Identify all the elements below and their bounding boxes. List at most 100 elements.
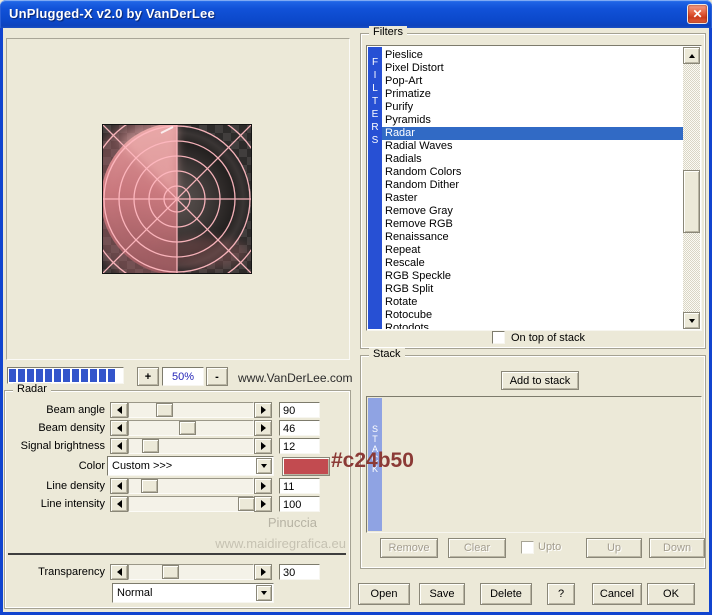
filter-list-item[interactable]: RGB Speckle (382, 270, 683, 283)
dropdown-arrow-button[interactable] (256, 585, 272, 601)
color-mode-value: Custom >>> (112, 460, 172, 472)
filters-vertical-bar: FILTERS (368, 47, 382, 329)
stack-listbox[interactable]: STACK (366, 396, 702, 533)
filters-bar-letter: T (368, 95, 382, 108)
beam-density-value-field[interactable] (279, 420, 320, 436)
slider-track[interactable] (128, 564, 254, 580)
slider-left-arrow[interactable] (110, 438, 128, 454)
color-mode-dropdown[interactable]: Custom >>> (107, 456, 274, 476)
filter-list-item[interactable]: Rotocube (382, 309, 683, 322)
slider-track[interactable] (128, 438, 254, 454)
transparency-value-field[interactable] (279, 564, 320, 580)
filter-list-item[interactable]: Radials (382, 153, 683, 166)
filter-list-item[interactable]: Rotate (382, 296, 683, 309)
line-density-value-field[interactable] (279, 478, 320, 494)
blend-mode-dropdown[interactable]: Normal (112, 583, 274, 603)
slider-thumb[interactable] (238, 497, 255, 511)
slider-left-arrow[interactable] (110, 564, 128, 580)
slider-right-arrow[interactable] (254, 478, 272, 494)
color-swatch[interactable] (282, 457, 330, 476)
clear-button[interactable]: Clear (448, 538, 506, 558)
filter-list-item[interactable]: Renaissance (382, 231, 683, 244)
slider-track[interactable] (128, 402, 254, 418)
slider-right-arrow[interactable] (254, 438, 272, 454)
filter-list-item[interactable]: Random Dither (382, 179, 683, 192)
slider-left-arrow[interactable] (110, 402, 128, 418)
line-intensity-row: Line intensity (0, 496, 352, 512)
filter-list-item[interactable]: Remove RGB (382, 218, 683, 231)
beam-angle-value-field[interactable] (279, 402, 320, 418)
filters-scrollbar[interactable] (683, 47, 700, 329)
up-button[interactable]: Up (586, 538, 642, 558)
filter-list-item[interactable]: Pop-Art (382, 75, 683, 88)
filter-list-item[interactable]: Remove Gray (382, 205, 683, 218)
slider-right-arrow[interactable] (254, 564, 272, 580)
upto-checkbox[interactable] (521, 541, 534, 554)
filter-list-item[interactable]: RGB Split (382, 283, 683, 296)
zoom-level-display[interactable]: 50% (162, 367, 204, 386)
watermark-name: Pinuccia (217, 515, 317, 530)
delete-button[interactable]: Delete (480, 583, 532, 605)
filter-list-item[interactable]: Primatize (382, 88, 683, 101)
on-top-of-stack-checkbox[interactable] (492, 331, 505, 344)
save-button[interactable]: Save (419, 583, 465, 605)
down-button[interactable]: Down (649, 538, 705, 558)
slider-right-arrow[interactable] (254, 496, 272, 512)
slider-thumb[interactable] (142, 439, 159, 453)
slider-track[interactable] (128, 496, 254, 512)
beam-angle-slider[interactable] (110, 402, 272, 418)
ok-button[interactable]: OK (647, 583, 695, 605)
remove-button[interactable]: Remove (380, 538, 438, 558)
open-button[interactable]: Open (358, 583, 410, 605)
slider-left-arrow[interactable] (110, 420, 128, 436)
dropdown-arrow-button[interactable] (256, 458, 272, 474)
slider-left-arrow[interactable] (110, 478, 128, 494)
filter-list-item[interactable]: Random Colors (382, 166, 683, 179)
slider-right-arrow[interactable] (254, 420, 272, 436)
filter-list-item[interactable]: Radial Waves (382, 140, 683, 153)
beam-angle-row: Beam angle (0, 402, 352, 418)
slider-thumb[interactable] (179, 421, 196, 435)
filter-list-item[interactable]: Rescale (382, 257, 683, 270)
filter-list-item[interactable]: Purify (382, 101, 683, 114)
beam-density-slider[interactable] (110, 420, 272, 436)
slider-track[interactable] (128, 420, 254, 436)
filter-list-item[interactable]: Pixel Distort (382, 62, 683, 75)
zoom-in-button[interactable]: + (137, 367, 159, 386)
scrollbar-thumb[interactable] (683, 170, 700, 233)
slider-left-arrow[interactable] (110, 496, 128, 512)
title-bar[interactable]: UnPlugged-X v2.0 by VanDerLee ✕ (0, 0, 712, 28)
filter-list-item[interactable]: Rotodots (382, 322, 683, 329)
signal-brightness-slider[interactable] (110, 438, 272, 454)
upto-label: Upto (538, 541, 561, 553)
filters-list[interactable]: PieslicePixel DistortPop-ArtPrimatizePur… (382, 47, 683, 329)
help-button[interactable]: ? (547, 583, 575, 605)
blend-mode-value: Normal (117, 587, 152, 599)
close-button[interactable]: ✕ (687, 4, 708, 24)
unplugged-x-dialog: { "window": { "title": "UnPlugged-X v2.0… (0, 0, 712, 615)
scroll-down-button[interactable] (683, 312, 700, 329)
filter-list-item[interactable]: Pieslice (382, 49, 683, 62)
filters-listbox[interactable]: FILTERS PieslicePixel DistortPop-ArtPrim… (366, 45, 702, 331)
slider-thumb[interactable] (162, 565, 179, 579)
add-to-stack-button[interactable]: Add to stack (501, 371, 579, 390)
zoom-out-button[interactable]: - (206, 367, 228, 386)
slider-thumb[interactable] (156, 403, 173, 417)
filter-list-item[interactable]: Raster (382, 192, 683, 205)
filter-list-item[interactable]: Radar (382, 127, 683, 140)
line-intensity-value-field[interactable] (279, 496, 320, 512)
line-intensity-slider[interactable] (110, 496, 272, 512)
line-density-slider[interactable] (110, 478, 272, 494)
slider-thumb[interactable] (141, 479, 158, 493)
cancel-button[interactable]: Cancel (592, 583, 642, 605)
beam-density-label: Beam density (8, 420, 105, 434)
progress-bar-fill (9, 369, 117, 382)
filter-list-item[interactable]: Pyramids (382, 114, 683, 127)
filter-list-item[interactable]: Repeat (382, 244, 683, 257)
filters-group-label: Filters (369, 26, 407, 38)
scroll-up-button[interactable] (683, 47, 700, 64)
slider-track[interactable] (128, 478, 254, 494)
slider-right-arrow[interactable] (254, 402, 272, 418)
signal-brightness-value-field[interactable] (279, 438, 320, 454)
transparency-slider[interactable] (110, 564, 272, 580)
